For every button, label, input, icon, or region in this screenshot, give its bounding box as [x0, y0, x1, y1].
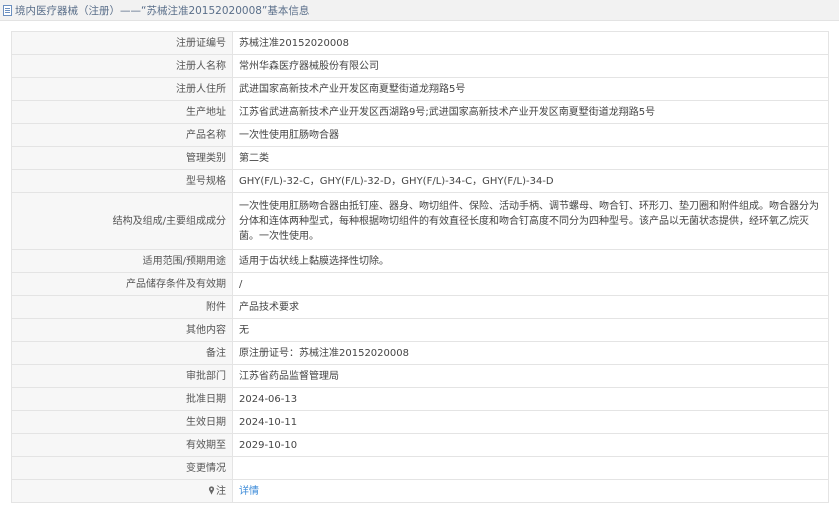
note-value-cell: 详情: [232, 479, 829, 503]
field-label: 生效日期: [11, 410, 233, 434]
table-row: 备注 原注册证号：苏械注准20152020008: [11, 341, 829, 365]
table-row: 注册人住所 武进国家高新技术产业开发区南夏墅街道龙翔路5号: [11, 77, 829, 101]
table-row: 注册证编号 苏械注准20152020008: [11, 31, 829, 55]
table-row: 结构及组成/主要组成成分 一次性使用肛肠吻合器由抵钉座、器身、吻切组件、保险、活…: [11, 192, 829, 250]
details-link[interactable]: 详情: [239, 486, 259, 497]
field-label: 注册人名称: [11, 54, 233, 78]
table-row-note: 注 详情: [11, 479, 829, 503]
note-label-cell: 注: [11, 479, 233, 503]
field-value: 武进国家高新技术产业开发区南夏墅街道龙翔路5号: [232, 77, 829, 101]
field-label: 批准日期: [11, 387, 233, 411]
table-row: 变更情况: [11, 456, 829, 480]
table-row: 注册人名称 常州华森医疗器械股份有限公司: [11, 54, 829, 78]
field-value: /: [232, 272, 829, 296]
field-label: 备注: [11, 341, 233, 365]
table-row: 产品名称 一次性使用肛肠吻合器: [11, 123, 829, 147]
field-label: 变更情况: [11, 456, 233, 480]
field-label: 审批部门: [11, 364, 233, 388]
table-row: 型号规格 GHY(F/L)-32-C，GHY(F/L)-32-D，GHY(F/L…: [11, 169, 829, 193]
field-value: 江苏省药品监督管理局: [232, 364, 829, 388]
field-label: 型号规格: [11, 169, 233, 193]
field-label: 其他内容: [11, 318, 233, 342]
field-value: 2029-10-10: [232, 433, 829, 457]
field-value: 2024-10-11: [232, 410, 829, 434]
field-value: [232, 456, 829, 480]
field-value: 2024-06-13: [232, 387, 829, 411]
table-row: 适用范围/预期用途 适用于齿状线上黏膜选择性切除。: [11, 249, 829, 273]
table-row: 附件 产品技术要求: [11, 295, 829, 319]
table-row: 有效期至 2029-10-10: [11, 433, 829, 457]
table-row: 审批部门 江苏省药品监督管理局: [11, 364, 829, 388]
field-value: 一次性使用肛肠吻合器: [232, 123, 829, 147]
field-label: 管理类别: [11, 146, 233, 170]
table-row: 生效日期 2024-10-11: [11, 410, 829, 434]
field-value: GHY(F/L)-32-C，GHY(F/L)-32-D，GHY(F/L)-34-…: [232, 169, 829, 193]
table-row: 其他内容 无: [11, 318, 829, 342]
field-value: 第二类: [232, 146, 829, 170]
info-table: 注册证编号 苏械注准20152020008 注册人名称 常州华森医疗器械股份有限…: [11, 31, 829, 503]
field-label: 产品储存条件及有效期: [11, 272, 233, 296]
field-value: 江苏省武进高新技术产业开发区西湖路9号;武进国家高新技术产业开发区南夏墅街道龙翔…: [232, 100, 829, 124]
table-row: 管理类别 第二类: [11, 146, 829, 170]
table-row: 产品储存条件及有效期 /: [11, 272, 829, 296]
field-value: 无: [232, 318, 829, 342]
note-label: 注: [216, 485, 226, 497]
table-row: 批准日期 2024-06-13: [11, 387, 829, 411]
field-label: 注册证编号: [11, 31, 233, 55]
page-title: 境内医疗器械（注册）——“苏械注准20152020008”基本信息: [15, 4, 310, 17]
field-label: 产品名称: [11, 123, 233, 147]
field-label: 注册人住所: [11, 77, 233, 101]
table-row: 生产地址 江苏省武进高新技术产业开发区西湖路9号;武进国家高新技术产业开发区南夏…: [11, 100, 829, 124]
field-value: 常州华森医疗器械股份有限公司: [232, 54, 829, 78]
field-label: 结构及组成/主要组成成分: [11, 192, 233, 250]
field-label: 有效期至: [11, 433, 233, 457]
field-value: 原注册证号：苏械注准20152020008: [232, 341, 829, 365]
field-value: 苏械注准20152020008: [232, 31, 829, 55]
field-value: 适用于齿状线上黏膜选择性切除。: [232, 249, 829, 273]
document-icon: [3, 4, 12, 16]
page-header: 境内医疗器械（注册）——“苏械注准20152020008”基本信息: [0, 0, 839, 21]
field-label: 生产地址: [11, 100, 233, 124]
field-value: 一次性使用肛肠吻合器由抵钉座、器身、吻切组件、保险、活动手柄、调节螺母、吻合钉、…: [232, 192, 829, 250]
pin-icon: [208, 485, 215, 495]
field-label: 适用范围/预期用途: [11, 249, 233, 273]
field-label: 附件: [11, 295, 233, 319]
field-value: 产品技术要求: [232, 295, 829, 319]
